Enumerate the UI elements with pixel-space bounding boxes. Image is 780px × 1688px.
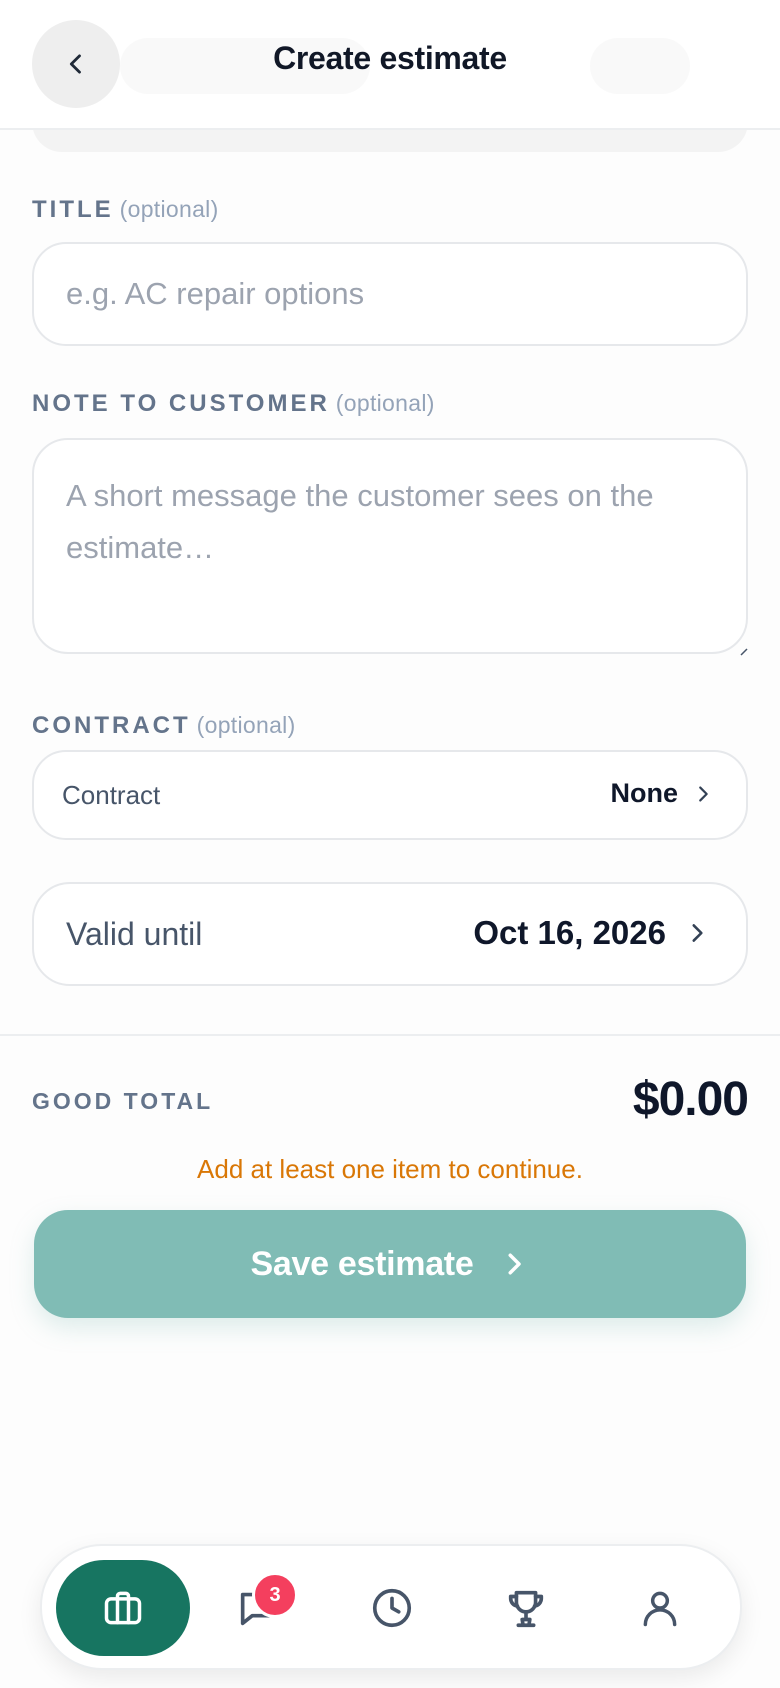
clock-icon: [372, 1588, 412, 1628]
trophy-icon: [508, 1590, 544, 1628]
nav-item-profile[interactable]: [612, 1560, 708, 1656]
nav-item-history[interactable]: [344, 1560, 440, 1656]
section-divider: [0, 1034, 780, 1036]
note-textarea[interactable]: A short message the customer sees on the…: [32, 438, 748, 656]
contract-value: None: [610, 778, 679, 808]
contract-label: CONTRACT (optional): [32, 712, 296, 740]
briefcase-icon: [104, 1591, 142, 1625]
contract-selector[interactable]: Contract None: [32, 750, 748, 840]
title-label: TITLE (optional): [32, 196, 219, 224]
resize-handle-icon[interactable]: [740, 648, 748, 656]
chevron-right-icon: [699, 785, 708, 802]
note-textarea-placeholder: A short message the customer sees on the…: [66, 478, 654, 565]
valid-until-value-group: Oct 16, 2026: [473, 914, 710, 952]
total-label: GOOD TOTAL: [32, 1088, 214, 1114]
nav-item-achievements[interactable]: [478, 1560, 574, 1656]
contract-row-label: Contract: [62, 780, 161, 810]
messages-badge: 3: [252, 1572, 298, 1618]
save-estimate-label: Save estimate: [250, 1244, 474, 1283]
save-estimate-button[interactable]: Save estimate: [34, 1210, 746, 1318]
top-app-bar: Create estimate: [0, 0, 780, 130]
title-input[interactable]: e.g. AC repair options: [32, 242, 748, 346]
valid-until-label: Valid until: [66, 916, 203, 952]
note-label: NOTE TO CUSTOMER (optional): [32, 390, 435, 418]
validation-message: Add at least one item to continue.: [197, 1154, 583, 1184]
chevron-right-icon: [692, 924, 703, 942]
valid-until-selector[interactable]: Valid until Oct 16, 2026: [32, 882, 748, 986]
total-value: $0.00: [632, 1073, 749, 1126]
optional-hint: (optional): [335, 390, 435, 416]
chevron-right-icon: [508, 1253, 522, 1275]
note-label-text: NOTE TO CUSTOMER: [32, 390, 330, 417]
title-label-text: TITLE: [32, 196, 114, 223]
valid-until-value: Oct 16, 2026: [473, 914, 666, 951]
contract-label-text: CONTRACT: [32, 712, 191, 739]
nav-item-jobs[interactable]: [56, 1560, 190, 1656]
bottom-navigation: 3: [40, 1544, 742, 1670]
contract-value-group: None: [611, 778, 715, 809]
page-title: Create estimate: [273, 40, 507, 76]
title-input-placeholder: e.g. AC repair options: [66, 276, 365, 311]
optional-hint: (optional): [119, 196, 219, 222]
optional-hint: (optional): [196, 712, 296, 738]
user-icon: [643, 1591, 677, 1627]
